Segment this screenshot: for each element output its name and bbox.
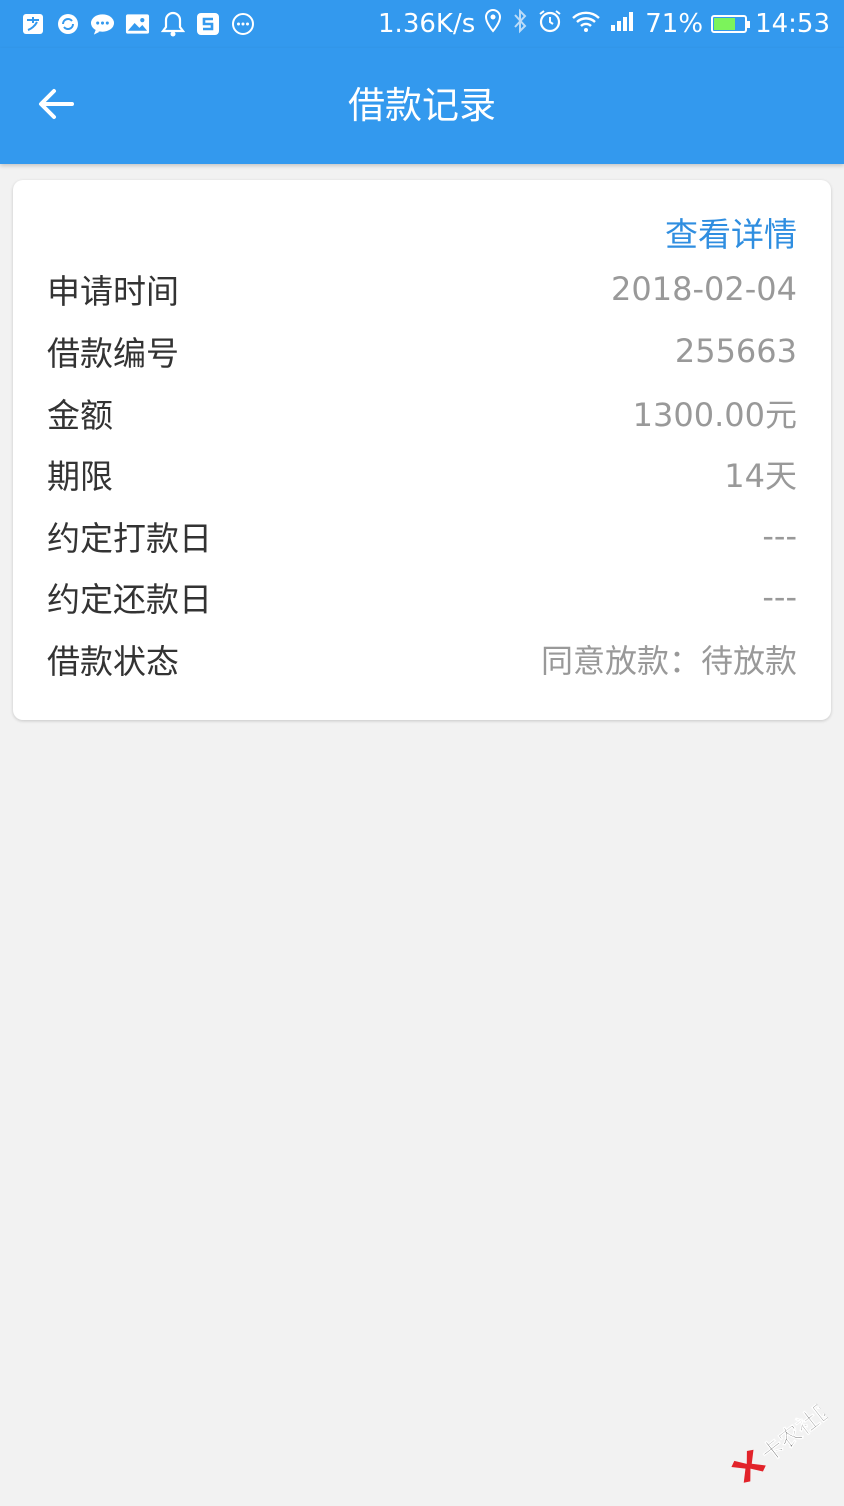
row-value: 14天 xyxy=(724,457,797,495)
view-details-link[interactable]: 查看详情 xyxy=(665,212,797,258)
row-label: 约定还款日 xyxy=(47,580,212,619)
sync-icon xyxy=(55,12,80,37)
clock: 14:53 xyxy=(755,9,830,39)
record-row-loan-status: 借款状态 同意放款：待放款 xyxy=(47,633,797,685)
app-header: 借款记录 xyxy=(0,48,844,164)
record-row-term: 期限 14天 xyxy=(47,448,797,500)
location-icon xyxy=(483,8,503,41)
arrow-left-icon xyxy=(37,87,75,125)
loan-record-card: 查看详情 申请时间 2018-02-04 借款编号 255663 金额 1300… xyxy=(13,180,831,720)
row-value: 2018-02-04 xyxy=(611,270,797,308)
row-label: 借款编号 xyxy=(47,334,179,373)
row-label: 金额 xyxy=(47,396,113,435)
bluetooth-icon xyxy=(511,8,529,41)
status-bar: 1.36K/s 71% 14:53 xyxy=(0,0,844,48)
row-value: 同意放款：待放款 xyxy=(540,642,797,680)
status-system-area: 1.36K/s 71% 14:53 xyxy=(378,0,830,48)
forum-watermark-logo: 卡农社区 xyxy=(714,1384,844,1506)
battery-level xyxy=(714,18,735,30)
alarm-icon xyxy=(537,8,563,41)
svg-text:卡农社区: 卡农社区 xyxy=(757,1395,835,1467)
wifi-icon xyxy=(571,9,601,40)
row-label: 约定打款日 xyxy=(47,519,212,558)
alipay-icon xyxy=(20,12,45,37)
network-speed: 1.36K/s xyxy=(378,9,476,39)
gallery-icon xyxy=(125,12,150,37)
notification-icon xyxy=(160,11,185,37)
s-app-icon xyxy=(195,12,220,37)
record-row-disbursement-date: 约定打款日 --- xyxy=(47,510,797,562)
battery-percent: 71% xyxy=(645,9,704,39)
row-label: 借款状态 xyxy=(47,642,179,681)
record-row-apply-time: 申请时间 2018-02-04 xyxy=(47,263,797,315)
chat-icon xyxy=(90,12,115,37)
record-row-amount: 金额 1300.00元 xyxy=(47,387,797,439)
signal-icon xyxy=(609,9,637,40)
status-notification-icons xyxy=(20,10,255,38)
row-label: 期限 xyxy=(47,457,113,496)
more-icon xyxy=(230,12,255,37)
row-value: 1300.00元 xyxy=(632,396,797,434)
row-label: 申请时间 xyxy=(47,272,179,311)
row-value: 255663 xyxy=(674,332,797,370)
back-button[interactable] xyxy=(24,76,88,136)
row-value: --- xyxy=(762,578,797,616)
battery-icon xyxy=(711,15,751,33)
row-value: --- xyxy=(762,517,797,555)
record-row-loan-number: 借款编号 255663 xyxy=(47,325,797,377)
record-row-repayment-date: 约定还款日 --- xyxy=(47,571,797,623)
page-title: 借款记录 xyxy=(348,84,496,127)
